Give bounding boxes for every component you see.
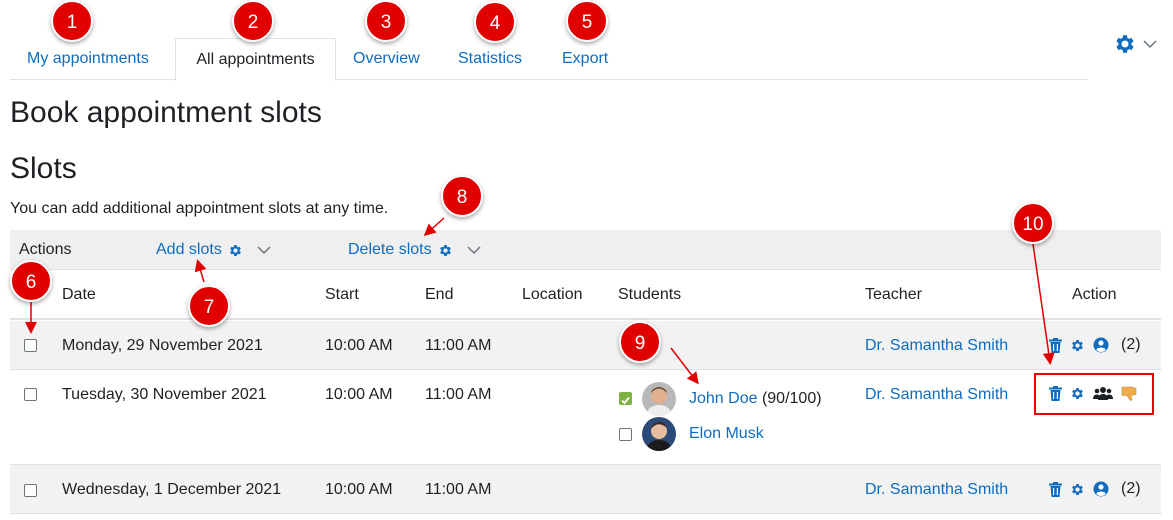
annotation-badge: 8	[441, 175, 483, 217]
tab-statistics[interactable]: Statistics	[458, 38, 522, 80]
annotation-badge: 9	[619, 321, 661, 363]
slot-end: 11:00 AM	[425, 337, 492, 354]
actions-bar: Actions Add slots Delete slots	[10, 230, 1161, 270]
student-entry: John Doe (90/100)	[689, 390, 822, 408]
slot-start: 10:00 AM	[325, 386, 393, 403]
header-action: Action	[1072, 286, 1117, 303]
gear-icon[interactable]	[1070, 482, 1085, 497]
slot-end: 11:00 AM	[425, 386, 492, 403]
tab-my-appointments[interactable]: My appointments	[27, 38, 149, 80]
avatar	[642, 382, 676, 416]
tab-all-appointments[interactable]: All appointments	[175, 38, 336, 81]
actions-label: Actions	[19, 241, 72, 258]
section-title: Slots	[10, 152, 77, 185]
slot-select-checkbox[interactable]	[24, 388, 37, 401]
header-date[interactable]: Date	[62, 286, 96, 304]
trash-icon[interactable]	[1049, 481, 1062, 497]
annotation-badge: 5	[566, 0, 608, 42]
add-slots-label: Add slots	[156, 241, 222, 258]
slot-end: 11:00 AM	[425, 481, 492, 498]
tab-overview[interactable]: Overview	[353, 38, 420, 80]
chevron-down-icon	[257, 246, 271, 255]
add-slots-dropdown[interactable]: Add slots	[156, 241, 271, 259]
gear-icon	[439, 244, 451, 256]
slot-actions: (2)	[1049, 336, 1141, 354]
action-highlight-box	[1034, 373, 1154, 415]
student-name-link[interactable]: Elon Musk	[689, 425, 764, 443]
trash-icon[interactable]	[1049, 337, 1062, 353]
table-row: Wednesday, 1 December 2021 10:00 AM 11:0…	[10, 465, 1161, 514]
tab-bar: My appointments All appointments Overvie…	[10, 38, 1087, 81]
header-students: Students	[618, 286, 682, 303]
teacher-link[interactable]: Dr. Samantha Smith	[865, 386, 1008, 404]
chevron-down-icon	[1143, 40, 1157, 49]
header-location[interactable]: Location	[522, 286, 583, 304]
annotation-badge: 2	[232, 0, 274, 42]
slot-start: 10:00 AM	[325, 481, 393, 498]
attended-checkbox[interactable]	[619, 428, 632, 441]
avatar	[642, 417, 676, 451]
student-grade: (90/100)	[761, 390, 822, 407]
slot-start: 10:00 AM	[325, 337, 393, 354]
appointment-count: (2)	[1121, 480, 1141, 497]
slot-date: Wednesday, 1 December 2021	[62, 481, 282, 498]
annotation-badge: 4	[474, 1, 516, 43]
page-title: Book appointment slots	[10, 96, 322, 129]
delete-slots-label: Delete slots	[348, 241, 432, 258]
settings-menu-button[interactable]	[1113, 32, 1157, 56]
header-start[interactable]: Start	[325, 286, 359, 304]
user-circle-icon[interactable]	[1093, 481, 1109, 497]
slot-actions: (2)	[1049, 480, 1141, 498]
table-row: Monday, 29 November 2021 10:00 AM 11:00 …	[10, 321, 1161, 370]
teacher-link[interactable]: Dr. Samantha Smith	[865, 481, 1008, 499]
annotation-badge: 7	[188, 285, 230, 327]
annotation-badge: 1	[51, 0, 93, 42]
slot-date: Tuesday, 30 November 2021	[62, 386, 267, 403]
annotation-badge: 6	[10, 260, 52, 302]
user-circle-icon[interactable]	[1093, 337, 1109, 353]
tab-export[interactable]: Export	[562, 38, 608, 80]
header-end[interactable]: End	[425, 286, 453, 304]
delete-slots-dropdown[interactable]: Delete slots	[348, 241, 481, 259]
slot-select-checkbox[interactable]	[24, 484, 37, 497]
gear-icon[interactable]	[1070, 338, 1085, 353]
header-teacher[interactable]: Teacher	[865, 286, 922, 304]
annotation-badge: 10	[1012, 202, 1054, 244]
annotation-badge: 3	[365, 0, 407, 42]
appointment-count: (2)	[1121, 336, 1141, 353]
table-header: Date Start End Location Students Teacher…	[10, 271, 1161, 320]
check-icon	[621, 396, 630, 405]
slot-date: Monday, 29 November 2021	[62, 337, 263, 354]
intro-text: You can add additional appointment slots…	[10, 200, 389, 217]
student-name-link[interactable]: John Doe	[689, 390, 758, 407]
attended-checkbox[interactable]	[619, 392, 632, 405]
gear-icon	[229, 244, 241, 256]
teacher-link[interactable]: Dr. Samantha Smith	[865, 337, 1008, 355]
slot-select-checkbox[interactable]	[24, 339, 37, 352]
table-row: Tuesday, 30 November 2021 10:00 AM 11:00…	[10, 370, 1161, 465]
chevron-down-icon	[467, 246, 481, 255]
gear-icon	[1116, 35, 1134, 53]
